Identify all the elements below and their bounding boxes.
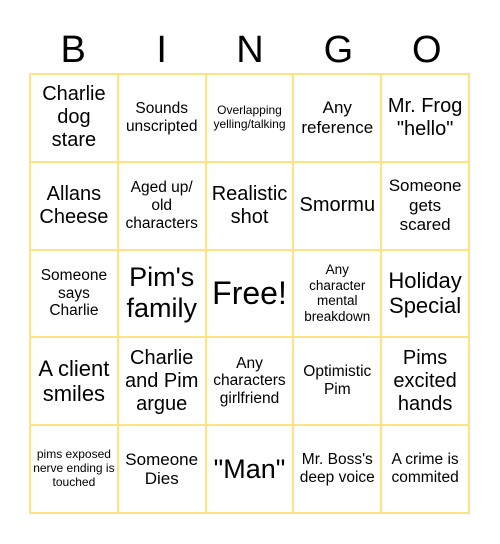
bingo-cell[interactable]: Sounds unscripted [118, 75, 207, 163]
bingo-cell[interactable]: Smormu [294, 162, 383, 251]
bingo-cell-text: Someone Dies [125, 449, 199, 489]
bingo-cell-text: Any character mental breakdown [304, 262, 371, 324]
bingo-cell[interactable]: Someone Dies [118, 426, 207, 514]
bingo-cell-text: Sounds unscripted [125, 100, 198, 135]
bingo-cell[interactable]: Any characters girlfriend [206, 338, 295, 427]
bingo-cell[interactable]: Mr. Boss's deep voice [294, 426, 383, 514]
bingo-cell[interactable]: Overlapping yelling/talking [206, 75, 295, 163]
bingo-cell-text: Pims excited hands [393, 346, 457, 415]
bingo-cell-text: pims exposed nerve ending is touched [33, 447, 115, 489]
bingo-cell-text: A crime is commited [391, 451, 459, 487]
bingo-cell-text: Any reference [301, 98, 374, 137]
bingo-cell-text: "Man" [213, 453, 286, 484]
bingo-cell[interactable]: Any reference [294, 75, 383, 163]
bingo-grid: Charlie dog stare Sounds unscripted Overla… [29, 73, 470, 514]
bingo-cell-text: Pim's family [126, 262, 197, 324]
bingo-cell-text: Someone gets scared [388, 176, 462, 235]
bingo-cell[interactable]: A client smiles [31, 338, 119, 427]
bingo-cell-free[interactable]: Free! [206, 250, 295, 339]
bingo-cell[interactable]: A crime is commited [382, 426, 470, 514]
bingo-cell-text: Smormu [299, 194, 376, 217]
header-letter-g: G [323, 29, 354, 71]
bingo-cell[interactable]: Aged up/ old characters [118, 162, 207, 251]
bingo-cell-text: Overlapping yelling/talking [213, 103, 286, 131]
bingo-cell-text: Aged up/ old characters [125, 178, 198, 232]
bingo-cell[interactable]: Allans Cheese [31, 162, 119, 251]
bingo-cell-text: Optimistic Pim [303, 363, 372, 399]
bingo-cell-text: Allans Cheese [39, 182, 109, 228]
bingo-cell-text: Realistic shot [211, 182, 288, 228]
bingo-cell[interactable]: Charlie and Pim argue [118, 338, 207, 427]
bingo-cell[interactable]: Holiday Special [382, 250, 470, 339]
bingo-cell-text: Any characters girlfriend [213, 354, 286, 408]
bingo-cell[interactable]: pims exposed nerve ending is touched [31, 426, 119, 514]
bingo-cell[interactable]: Mr. Frog "hello" [382, 75, 470, 163]
bingo-cell-text: Mr. Frog "hello" [387, 94, 463, 140]
bingo-cell-text: Mr. Boss's deep voice [299, 451, 375, 487]
bingo-cell-text: Free! [212, 275, 287, 312]
bingo-cell[interactable]: Any character mental breakdown [294, 250, 383, 339]
bingo-cell-text: Charlie dog stare [42, 83, 106, 152]
bingo-cell[interactable]: Charlie dog stare [31, 75, 119, 163]
bingo-cell[interactable]: "Man" [206, 426, 295, 514]
bingo-cell[interactable]: Optimistic Pim [294, 338, 383, 427]
bingo-cell-text: Someone says Charlie [40, 266, 108, 320]
bingo-cell-text: Holiday Special [388, 268, 462, 319]
bingo-cell-text: A client smiles [38, 355, 110, 407]
header-letter-n: N [236, 29, 264, 71]
bingo-cell[interactable]: Realistic shot [206, 162, 295, 251]
bingo-header: B I N G O [29, 28, 471, 72]
bingo-cell[interactable]: Someone gets scared [382, 162, 470, 251]
bingo-cell[interactable]: Someone says Charlie [31, 250, 119, 339]
header-letter-i: I [156, 29, 167, 71]
bingo-cell[interactable]: Pim's family [118, 250, 207, 339]
bingo-cell-text: Charlie and Pim argue [125, 346, 199, 415]
header-letter-b: B [60, 29, 86, 71]
header-letter-o: O [412, 29, 442, 71]
bingo-cell[interactable]: Pims excited hands [382, 338, 470, 427]
